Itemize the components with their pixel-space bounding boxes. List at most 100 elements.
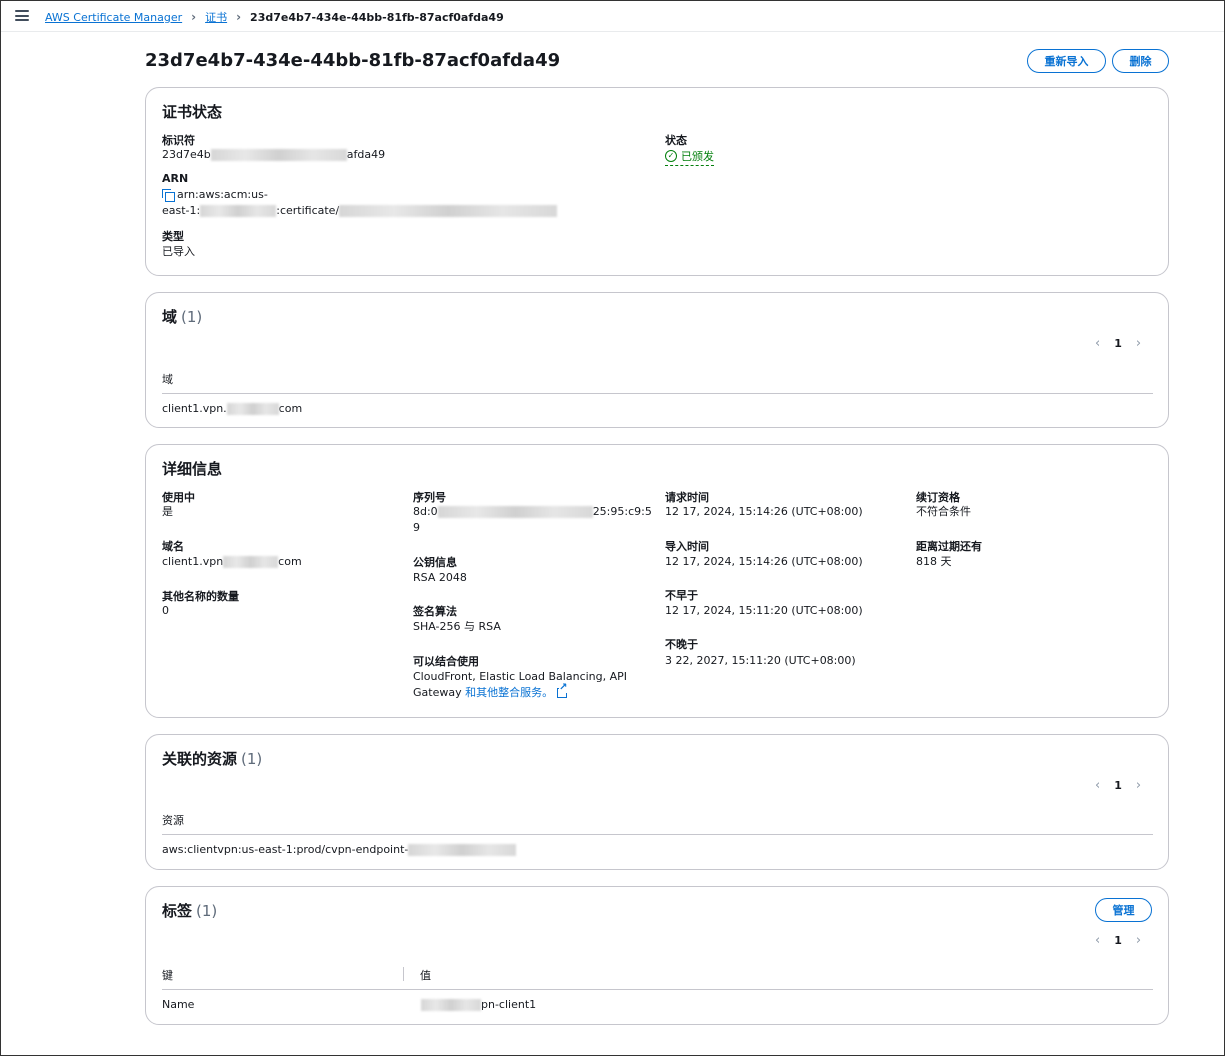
- table-header: 键 值: [162, 967, 1153, 990]
- redacted-block: [226, 403, 279, 415]
- column-divider[interactable]: [403, 967, 404, 981]
- manage-tags-button[interactable]: 管理: [1095, 898, 1152, 922]
- status-label: 状态: [665, 134, 687, 147]
- tag-value: pn-client1: [421, 997, 536, 1013]
- usable-with-value: CloudFront, Elastic Load Balancing, API: [413, 670, 628, 683]
- page-number[interactable]: 1: [1114, 779, 1122, 792]
- table-row: aws:clientvpn:us-east-1:prod/cvpn-endpoi…: [162, 842, 517, 858]
- serial-prefix: 8d:0: [413, 505, 438, 518]
- chevron-left-icon[interactable]: ‹: [1095, 336, 1100, 351]
- count-badge: (1): [181, 308, 203, 326]
- identifier-suffix: afda49: [346, 148, 386, 161]
- identifier-label: 标识符: [162, 134, 195, 147]
- external-link-icon[interactable]: [557, 683, 568, 698]
- tag-key: Name: [162, 998, 195, 1011]
- domain-name-value: client1.vpn com: [162, 554, 302, 570]
- chevron-left-icon[interactable]: ‹: [1095, 933, 1100, 948]
- chevron-left-icon[interactable]: ‹: [1095, 778, 1100, 793]
- identifier-value: 23d7e4b afda49: [162, 147, 385, 163]
- column-header-key[interactable]: 键: [162, 969, 173, 982]
- arn-label: ARN: [162, 172, 189, 185]
- panel-title: 证书状态: [162, 103, 223, 121]
- page-number[interactable]: 1: [1114, 934, 1122, 947]
- serial-label: 序列号: [413, 491, 446, 504]
- domain-suffix: com: [278, 402, 303, 415]
- pubkey-label: 公钥信息: [413, 556, 457, 569]
- not-after-value: 3 22, 2027, 15:11:20 (UTC+08:00): [665, 654, 856, 667]
- in-use-value: 是: [162, 505, 173, 518]
- table-header: 资源: [162, 812, 1153, 835]
- panel-title-text: 标签: [162, 902, 193, 920]
- tags-panel: 标签 (1) 管理 ‹ 1 › 键 值 Name pn-client1: [145, 886, 1169, 1025]
- status-value: 已颁发: [681, 150, 714, 163]
- serial-suffix: 25:95:c9:5: [592, 505, 652, 518]
- alt-names-label: 其他名称的数量: [162, 590, 239, 603]
- panel-title: 详细信息: [162, 460, 223, 478]
- column-header-value[interactable]: 值: [420, 967, 431, 983]
- panel-title-text: 关联的资源: [162, 750, 238, 768]
- delete-button[interactable]: 删除: [1112, 49, 1169, 73]
- redacted-block: [421, 999, 481, 1011]
- serial-value: 8d:0 25:95:c9:5: [413, 504, 652, 520]
- domain-name-label: 域名: [162, 540, 184, 553]
- breadcrumb: AWS Certificate Manager › 证书 › 23d7e4b7-…: [45, 9, 504, 25]
- pubkey-value: RSA 2048: [413, 571, 467, 584]
- column-header-domain[interactable]: 域: [162, 373, 173, 386]
- usable-with-value-line2: Gateway 和其他整合服务。: [413, 683, 568, 701]
- chevron-right-icon: ›: [236, 10, 242, 24]
- arn-value: arn:aws:acm:us-: [162, 187, 268, 203]
- table-header: 域: [162, 371, 1153, 394]
- imported-at-value: 12 17, 2024, 15:14:26 (UTC+08:00): [665, 555, 863, 568]
- panel-title: 关联的资源 (1): [162, 748, 262, 769]
- imported-at-label: 导入时间: [665, 540, 709, 553]
- pagination: ‹ 1 ›: [1095, 778, 1141, 793]
- tag-value-suffix: pn-client1: [481, 998, 537, 1011]
- requested-at-value: 12 17, 2024, 15:14:26 (UTC+08:00): [665, 505, 863, 518]
- breadcrumb-certificates-link[interactable]: 证书: [205, 9, 227, 25]
- associated-resources-panel: 关联的资源 (1) ‹ 1 › 资源 aws:clientvpn:us-east-…: [145, 734, 1169, 870]
- domain-prefix: client1.vpn.: [162, 402, 227, 415]
- top-navigation-bar: AWS Certificate Manager › 证书 › 23d7e4b7-…: [1, 1, 1224, 32]
- in-use-label: 使用中: [162, 491, 195, 504]
- pagination: ‹ 1 ›: [1095, 933, 1141, 948]
- count-badge: (1): [196, 902, 218, 920]
- redacted-block: [339, 205, 558, 217]
- identifier-prefix: 23d7e4b: [162, 148, 211, 161]
- usable-line2: Gateway: [413, 686, 462, 699]
- domain-prefix: client1.vpn: [162, 555, 224, 568]
- copy-icon[interactable]: [162, 189, 175, 202]
- requested-at-label: 请求时间: [665, 491, 709, 504]
- chevron-right-icon[interactable]: ›: [1136, 336, 1141, 351]
- signature-label: 签名算法: [413, 605, 457, 618]
- days-to-expiry-label: 距离过期还有: [916, 540, 982, 553]
- breadcrumb-current: 23d7e4b7-434e-44bb-81fb-87acf0afda49: [250, 10, 504, 24]
- chevron-right-icon[interactable]: ›: [1136, 778, 1141, 793]
- renewal-eligibility-label: 续订资格: [916, 491, 960, 504]
- panel-title-text: 域: [162, 308, 178, 326]
- breadcrumb-acm-link[interactable]: AWS Certificate Manager: [45, 11, 182, 24]
- details-panel: 详细信息 使用中 是 域名 client1.vpn com 其他名称的数量 0 序…: [145, 444, 1169, 718]
- check-circle-icon: ✓: [665, 150, 677, 162]
- alt-names-value: 0: [162, 604, 169, 617]
- redacted-block: [437, 506, 593, 518]
- page-number[interactable]: 1: [1114, 337, 1122, 350]
- arn-mid: :certificate/: [276, 204, 340, 217]
- not-after-label: 不晚于: [665, 638, 698, 651]
- arn-value-line2: east-1: :certificate/: [162, 203, 558, 219]
- hamburger-menu-icon[interactable]: [15, 10, 29, 21]
- reimport-button[interactable]: 重新导入: [1027, 49, 1106, 73]
- days-to-expiry-value: 818 天: [916, 555, 952, 568]
- domains-panel: 域 (1) ‹ 1 › 域 client1.vpn. com: [145, 292, 1169, 428]
- renewal-eligibility-value: 不符合条件: [916, 505, 971, 518]
- column-header-resource[interactable]: 资源: [162, 814, 184, 827]
- table-row: client1.vpn. com: [162, 401, 302, 417]
- type-label: 类型: [162, 230, 184, 243]
- arn-prefix: east-1:: [162, 204, 201, 217]
- status-indicator[interactable]: ✓ 已颁发: [665, 148, 714, 166]
- chevron-right-icon[interactable]: ›: [1136, 933, 1141, 948]
- domain-suffix: com: [278, 555, 302, 568]
- resource-arn-prefix: aws:clientvpn:us-east-1:prod/cvpn-endpoi…: [162, 843, 409, 856]
- redacted-block: [408, 844, 517, 856]
- other-services-link[interactable]: 和其他整合服务。: [465, 686, 553, 699]
- chevron-right-icon: ›: [191, 10, 197, 24]
